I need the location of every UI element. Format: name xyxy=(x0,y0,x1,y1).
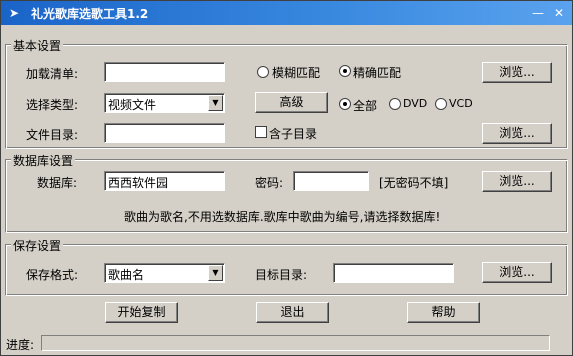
basic-settings-title: 基本设置 xyxy=(11,37,64,54)
dir-input[interactable] xyxy=(104,123,225,143)
media-dvd-radio[interactable] xyxy=(389,98,401,110)
format-select[interactable]: 歌曲名 ▼ xyxy=(104,263,225,283)
fuzzy-match-label[interactable]: 模糊匹配 xyxy=(272,64,320,81)
media-vcd-label[interactable]: VCD xyxy=(449,97,473,110)
db-settings-title: 数据库设置 xyxy=(11,152,76,169)
dir-label: 文件目录: xyxy=(26,128,79,142)
format-label: 保存格式: xyxy=(26,268,79,282)
media-dvd-label[interactable]: DVD xyxy=(403,97,427,110)
db-notice: 歌曲为歌名,不用选数据库.歌库中歌曲为编号,请选择数据库! xyxy=(124,210,441,224)
help-button[interactable]: 帮助 xyxy=(407,302,480,323)
format-select-value: 歌曲名 xyxy=(108,268,145,282)
window-title: 礼光歌库选歌工具1.2 xyxy=(31,7,149,21)
browse-db-button[interactable]: 浏览... xyxy=(482,171,552,192)
type-select[interactable]: 视频文件 ▼ xyxy=(104,93,225,113)
fuzzy-match-radio[interactable] xyxy=(257,66,269,78)
browse-target-button[interactable]: 浏览... xyxy=(482,262,552,283)
chevron-down-icon[interactable]: ▼ xyxy=(208,265,223,281)
password-note: [无密码不填] xyxy=(379,176,449,190)
progress-bar xyxy=(41,335,550,351)
password-label: 密码: xyxy=(255,176,284,190)
exact-match-radio[interactable] xyxy=(339,65,351,77)
media-all-radio[interactable] xyxy=(339,98,351,110)
chevron-down-icon[interactable]: ▼ xyxy=(208,95,223,111)
title-bar[interactable]: ➤ 礼光歌库选歌工具1.2 — ✕ xyxy=(1,1,572,25)
db-label: 数据库: xyxy=(37,176,78,190)
subdir-checkbox[interactable] xyxy=(255,126,267,138)
close-button[interactable]: ✕ xyxy=(551,5,567,21)
exit-button[interactable]: 退出 xyxy=(256,302,329,323)
target-dir-label: 目标目录: xyxy=(255,268,308,282)
browse-list-button[interactable]: 浏览... xyxy=(482,62,552,83)
progress-label: 进度: xyxy=(6,338,35,352)
browse-dir-button[interactable]: 浏览... xyxy=(482,123,552,144)
exact-match-label[interactable]: 精确匹配 xyxy=(353,64,401,81)
target-dir-input[interactable] xyxy=(333,263,454,283)
subdir-label[interactable]: 含子目录 xyxy=(269,125,317,142)
db-input[interactable]: 西西软件园 xyxy=(104,171,225,191)
app-icon: ➤ xyxy=(9,6,20,20)
save-settings-title: 保存设置 xyxy=(11,237,64,254)
start-copy-button[interactable]: 开始复制 xyxy=(105,302,178,323)
type-select-value: 视频文件 xyxy=(108,98,157,112)
load-list-label: 加载清单: xyxy=(26,67,79,81)
media-all-label[interactable]: 全部 xyxy=(353,97,377,114)
status-bar: 进度: xyxy=(1,332,572,355)
type-label: 选择类型: xyxy=(26,98,79,112)
media-vcd-radio[interactable] xyxy=(435,98,447,110)
minimize-button[interactable]: — xyxy=(530,5,546,21)
load-list-input[interactable] xyxy=(104,62,225,82)
password-input[interactable] xyxy=(293,171,369,191)
advanced-button[interactable]: 高级 xyxy=(255,92,328,113)
main-window: ➤ 礼光歌库选歌工具1.2 — ✕ 基本设置 加载清单: 模糊匹配 精确匹配 浏… xyxy=(0,0,573,356)
